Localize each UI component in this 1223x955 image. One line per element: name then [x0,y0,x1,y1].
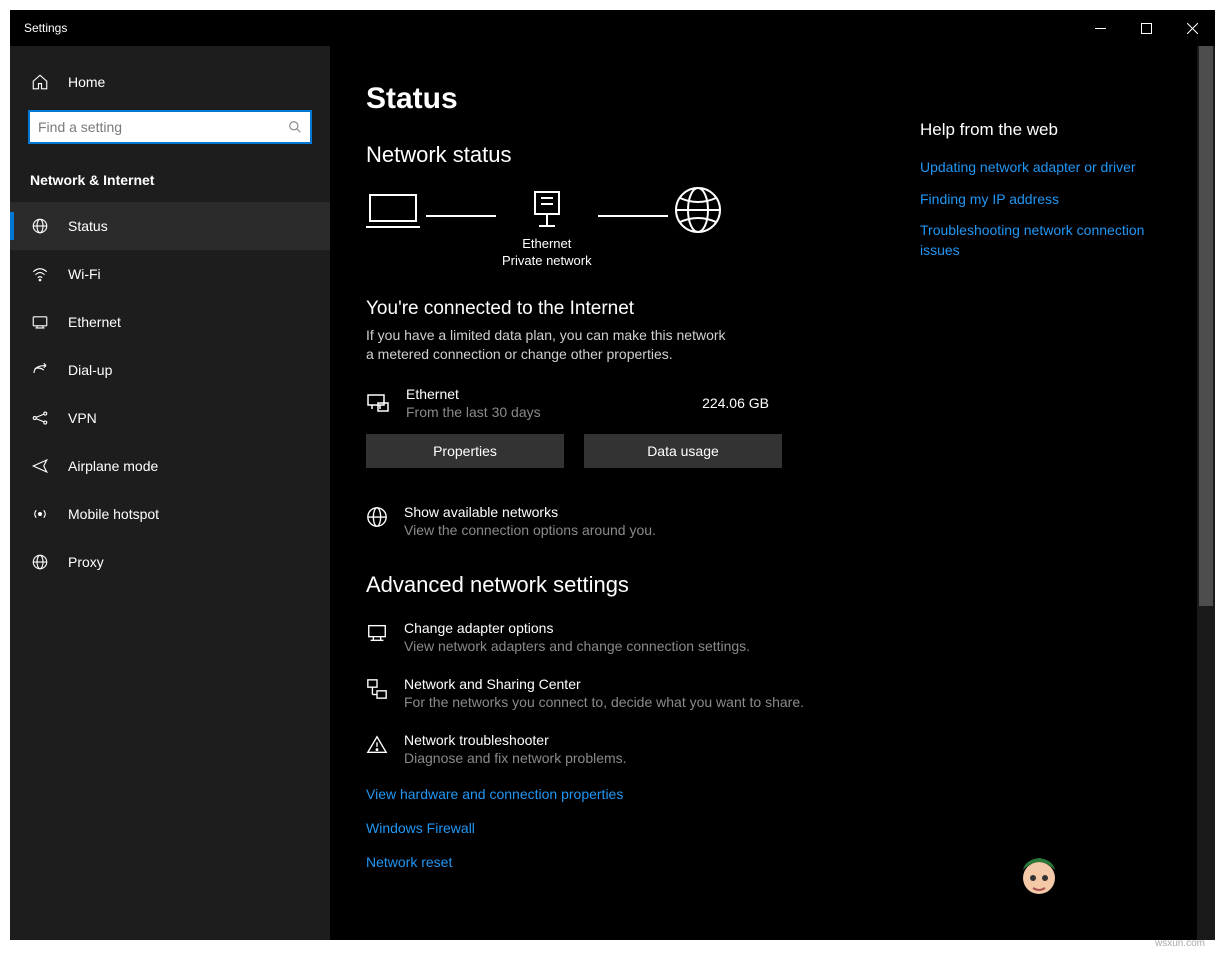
option-sub: Diagnose and fix network problems. [404,750,627,766]
home-label: Home [68,74,105,90]
option-sub: For the networks you connect to, decide … [404,694,804,710]
globe-small-icon [366,506,390,530]
sidebar-item-label: Dial-up [68,362,112,378]
help-link[interactable]: Finding my IP address [920,190,1168,210]
data-usage-button[interactable]: Data usage [584,434,782,468]
sharing-icon [366,678,390,702]
usage-row: Ethernet From the last 30 days 224.06 GB [366,386,781,420]
help-link[interactable]: Updating network adapter or driver [920,158,1168,178]
sidebar-item-dialup[interactable]: Dial-up [10,346,330,394]
sidebar-item-hotspot[interactable]: Mobile hotspot [10,490,330,538]
hardware-properties-link[interactable]: View hardware and connection properties [366,786,920,802]
watermark: wsxun.com [1155,938,1205,949]
warning-icon [366,734,390,758]
sidebar-item-label: Status [68,218,108,234]
network-reset-link[interactable]: Network reset [366,854,920,870]
close-button[interactable] [1169,10,1215,46]
search-input[interactable] [28,110,312,144]
airplane-icon [30,456,50,476]
scrollbar-thumb[interactable] [1199,46,1213,606]
adapter-options[interactable]: Change adapter options View network adap… [366,620,920,654]
pc-icon [366,191,420,229]
sidebar-nav: Status Wi-Fi Ethernet Dial-up VPN [10,202,330,586]
diagram-label-1: Ethernet [522,236,571,251]
firewall-link[interactable]: Windows Firewall [366,820,920,836]
router-icon [531,190,563,228]
scrollbar[interactable] [1197,46,1215,940]
sidebar-item-proxy[interactable]: Proxy [10,538,330,586]
sidebar-item-label: Mobile hotspot [68,506,159,522]
option-title: Show available networks [404,504,656,520]
wifi-icon [30,264,50,284]
sidebar-item-status[interactable]: Status [10,202,330,250]
globe-icon [674,186,722,234]
maximize-icon [1141,23,1152,34]
minimize-icon [1095,23,1106,34]
sidebar-item-label: Proxy [68,554,104,570]
sidebar-item-airplane[interactable]: Airplane mode [10,442,330,490]
proxy-icon [30,552,50,572]
status-icon [30,216,50,236]
dialup-icon [30,360,50,380]
sidebar-item-label: Wi-Fi [68,266,101,282]
page-title: Status [366,82,920,116]
option-title: Change adapter options [404,620,750,636]
mascot-image [1013,848,1065,900]
diagram-label-2: Private network [502,253,592,268]
ethernet-icon [30,312,50,332]
usage-value: 224.06 GB [702,395,769,411]
sidebar-item-label: VPN [68,410,97,426]
show-networks-option[interactable]: Show available networks View the connect… [366,504,920,538]
help-panel: Help from the web Updating network adapt… [920,46,1180,940]
vpn-icon [30,408,50,428]
sidebar-item-label: Airplane mode [68,458,158,474]
advanced-heading: Advanced network settings [366,572,920,598]
help-link[interactable]: Troubleshooting network connection issue… [920,221,1168,260]
adapter-icon [366,622,390,646]
connected-desc: If you have a limited data plan, you can… [366,326,726,364]
maximize-button[interactable] [1123,10,1169,46]
option-title: Network and Sharing Center [404,676,804,692]
sidebar-item-vpn[interactable]: VPN [10,394,330,442]
minimize-button[interactable] [1077,10,1123,46]
sharing-center[interactable]: Network and Sharing Center For the netwo… [366,676,920,710]
main-content: Status Network status Ethernet Private ne… [330,46,920,940]
sidebar-category: Network & Internet [10,154,330,202]
help-heading: Help from the web [920,120,1168,140]
window-controls [1077,10,1215,46]
ethernet-usage-icon [366,391,392,415]
usage-sub: From the last 30 days [406,404,702,420]
home-icon [30,72,50,92]
properties-button[interactable]: Properties [366,434,564,468]
app-title: Settings [24,21,67,35]
search-field[interactable] [38,119,288,135]
option-sub: View the connection options around you. [404,522,656,538]
sidebar-item-wifi[interactable]: Wi-Fi [10,250,330,298]
troubleshooter[interactable]: Network troubleshooter Diagnose and fix … [366,732,920,766]
network-diagram: Ethernet Private network [366,186,920,274]
titlebar: Settings [10,10,1215,46]
hotspot-icon [30,504,50,524]
close-icon [1187,23,1198,34]
sidebar-item-label: Ethernet [68,314,121,330]
sidebar: Home Network & Internet Status Wi-Fi [10,46,330,940]
connected-heading: You're connected to the Internet [366,298,920,320]
network-status-heading: Network status [366,142,920,168]
sidebar-item-ethernet[interactable]: Ethernet [10,298,330,346]
usage-name: Ethernet [406,386,702,402]
option-title: Network troubleshooter [404,732,627,748]
home-link[interactable]: Home [10,60,330,104]
option-sub: View network adapters and change connect… [404,638,750,654]
search-icon [288,120,302,134]
